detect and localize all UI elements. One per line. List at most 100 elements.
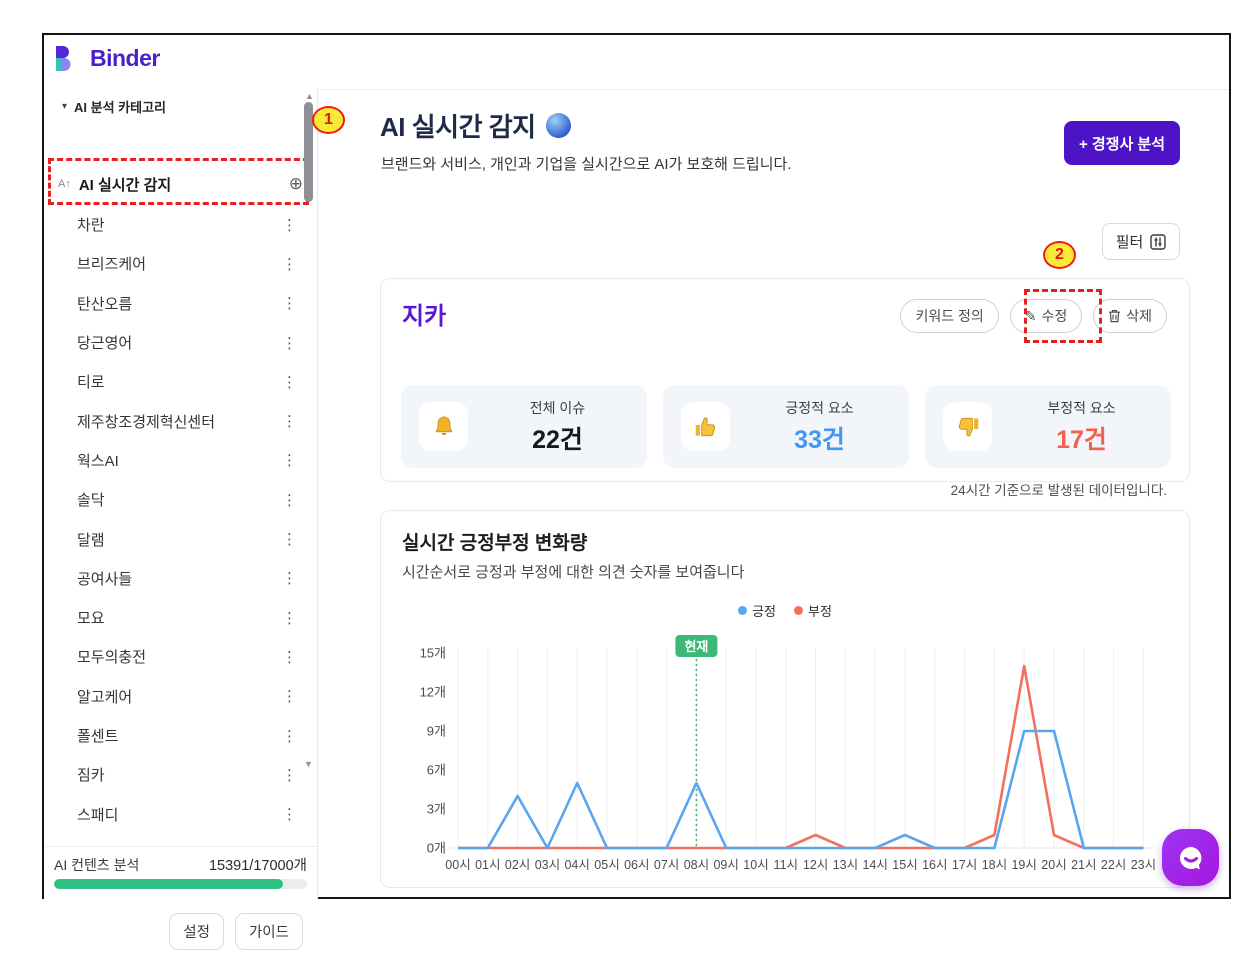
guide-button[interactable]: 가이드	[235, 913, 303, 950]
thumb-down-icon	[943, 402, 992, 451]
sidebar-item[interactable]: 티로⋮	[44, 362, 317, 401]
keyword-define-button[interactable]: 키워드 정의	[900, 299, 998, 333]
svg-text:06시: 06시	[624, 858, 649, 872]
usage-progress-fill	[54, 879, 283, 889]
sidebar-item[interactable]: 브리즈케어⋮	[44, 244, 317, 283]
kebab-menu-icon[interactable]: ⋮	[276, 530, 303, 548]
sidebar-item-ai-realtime[interactable]: A↑ AI 실시간 감지 ⊕	[44, 163, 317, 205]
sidebar-divider	[317, 89, 318, 901]
kebab-menu-icon[interactable]: ⋮	[276, 373, 303, 391]
sidebar-item[interactable]: 당근영어⋮	[44, 323, 317, 362]
kebab-menu-icon[interactable]: ⋮	[276, 216, 303, 234]
annotation-badge-2: 2	[1043, 241, 1076, 269]
brand-logo[interactable]: Binder	[54, 45, 160, 72]
chart-title: 실시간 긍정부정 변화량	[402, 528, 587, 555]
svg-text:04시: 04시	[564, 858, 589, 872]
svg-text:01시: 01시	[475, 858, 500, 872]
stat-value: 33건	[794, 420, 845, 456]
sidebar-item[interactable]: 스패디⋮	[44, 794, 317, 833]
edit-button[interactable]: ✎ 수정	[1010, 299, 1083, 333]
kebab-menu-icon[interactable]: ⋮	[276, 609, 303, 627]
svg-text:23시: 23시	[1131, 858, 1156, 872]
kebab-menu-icon[interactable]: ⋮	[276, 648, 303, 666]
sidebar-item[interactable]: 솔닥⋮	[44, 480, 317, 519]
thumb-up-icon	[681, 402, 730, 451]
kebab-menu-icon[interactable]: ⋮	[276, 766, 303, 784]
svg-text:03시: 03시	[535, 858, 560, 872]
scrollbar-down-icon[interactable]: ▼	[302, 759, 315, 769]
filter-sliders-icon	[1150, 234, 1166, 250]
stat-label: 부정적 요소	[1047, 398, 1115, 418]
sidebar-item-label: 공여사들	[77, 568, 276, 589]
usage-value: 15391/17000개	[209, 854, 307, 875]
settings-button[interactable]: 설정	[169, 913, 224, 950]
kebab-menu-icon[interactable]: ⋮	[276, 727, 303, 745]
sidebar-item[interactable]: 차란⋮	[44, 205, 317, 244]
kebab-menu-icon[interactable]: ⋮	[276, 569, 303, 587]
svg-text:09시: 09시	[713, 858, 738, 872]
sidebar-item-label: 티로	[77, 371, 276, 392]
chat-widget-button[interactable]	[1162, 829, 1219, 886]
scrollbar-up-icon[interactable]: ▲	[303, 91, 316, 101]
brand-name: Binder	[90, 45, 160, 72]
sidebar-bottom-panel: AI 컨텐츠 분석 15391/17000개 설정 가이드	[44, 846, 317, 955]
sidebar-item[interactable]: 제주창조경제혁신센터⋮	[44, 401, 317, 440]
sidebar-item[interactable]: 공여사들⋮	[44, 559, 317, 598]
legend-item-긍정[interactable]: 긍정	[738, 601, 776, 620]
sidebar-item[interactable]: 알고케어⋮	[44, 677, 317, 716]
kebab-menu-icon[interactable]: ⋮	[276, 805, 303, 823]
kebab-menu-icon[interactable]: ⋮	[276, 255, 303, 273]
delete-button[interactable]: 삭제	[1093, 299, 1167, 333]
keyword-title: 지카	[402, 296, 446, 331]
sidebar-item[interactable]: 모두의충전⋮	[44, 637, 317, 676]
svg-text:12시: 12시	[803, 858, 828, 872]
legend-dot-icon	[738, 606, 747, 615]
kebab-menu-icon[interactable]: ⋮	[276, 451, 303, 469]
legend-item-부정[interactable]: 부정	[794, 601, 832, 620]
ai-detect-icon: A↑	[58, 178, 71, 190]
legend-dot-icon	[794, 606, 803, 615]
filter-button[interactable]: 필터	[1102, 223, 1180, 260]
globe-icon	[546, 113, 571, 138]
chart-card: 실시간 긍정부정 변화량 시간순서로 긍정과 부정에 대한 의견 숫자를 보여줍…	[380, 510, 1190, 888]
stats-row: 전체 이슈22건긍정적 요소33건부정적 요소17건	[401, 385, 1171, 468]
svg-text:21시: 21시	[1071, 858, 1096, 872]
svg-text:07시: 07시	[654, 858, 679, 872]
chart-subtitle: 시간순서로 긍정과 부정에 대한 의견 숫자를 보여줍니다	[402, 561, 744, 582]
svg-text:6개: 6개	[427, 763, 446, 778]
pencil-icon: ✎	[1025, 308, 1037, 325]
kebab-menu-icon[interactable]: ⋮	[276, 491, 303, 509]
add-competitor-button[interactable]: + 경쟁사 분석	[1064, 121, 1180, 165]
annotation-badge-1: 1	[312, 106, 345, 134]
chat-smile-icon	[1175, 842, 1207, 874]
svg-text:현재: 현재	[684, 639, 708, 654]
kebab-menu-icon[interactable]: ⋮	[276, 412, 303, 430]
sidebar-category-header[interactable]: ▾ AI 분석 카테고리	[62, 97, 166, 116]
sidebar-item-label: 차란	[77, 214, 276, 235]
svg-text:14시: 14시	[862, 858, 887, 872]
stat-label: 전체 이슈	[530, 398, 585, 418]
kebab-menu-icon[interactable]: ⋮	[276, 687, 303, 705]
sidebar-item-label: 모두의충전	[77, 646, 276, 667]
sidebar-item-label: 스패디	[77, 804, 276, 825]
usage-progress-bar	[54, 879, 307, 889]
sidebar-item-label: 솔닥	[77, 489, 276, 510]
sidebar-item[interactable]: 폴센트⋮	[44, 716, 317, 755]
svg-text:15개: 15개	[420, 646, 446, 661]
svg-text:02시: 02시	[505, 858, 530, 872]
filter-button-label: 필터	[1116, 231, 1144, 252]
kebab-menu-icon[interactable]: ⋮	[276, 334, 303, 352]
sidebar-item[interactable]: 탄산오름⋮	[44, 284, 317, 323]
add-keyword-icon[interactable]: ⊕	[289, 174, 303, 194]
sidebar-item[interactable]: 모요⋮	[44, 598, 317, 637]
stat-value: 22건	[532, 420, 583, 456]
sidebar-item[interactable]: 짐카⋮	[44, 755, 317, 794]
sidebar-item[interactable]: 달램⋮	[44, 519, 317, 558]
sidebar-item[interactable]: 웍스AI⋮	[44, 441, 317, 480]
usage-label: AI 컨텐츠 분석	[54, 855, 139, 875]
kebab-menu-icon[interactable]: ⋮	[276, 294, 303, 312]
sidebar-item-label: 탄산오름	[77, 293, 276, 314]
svg-text:9개: 9개	[427, 724, 446, 739]
svg-text:3개: 3개	[427, 802, 446, 817]
sidebar-item-label: 알고케어	[77, 686, 276, 707]
